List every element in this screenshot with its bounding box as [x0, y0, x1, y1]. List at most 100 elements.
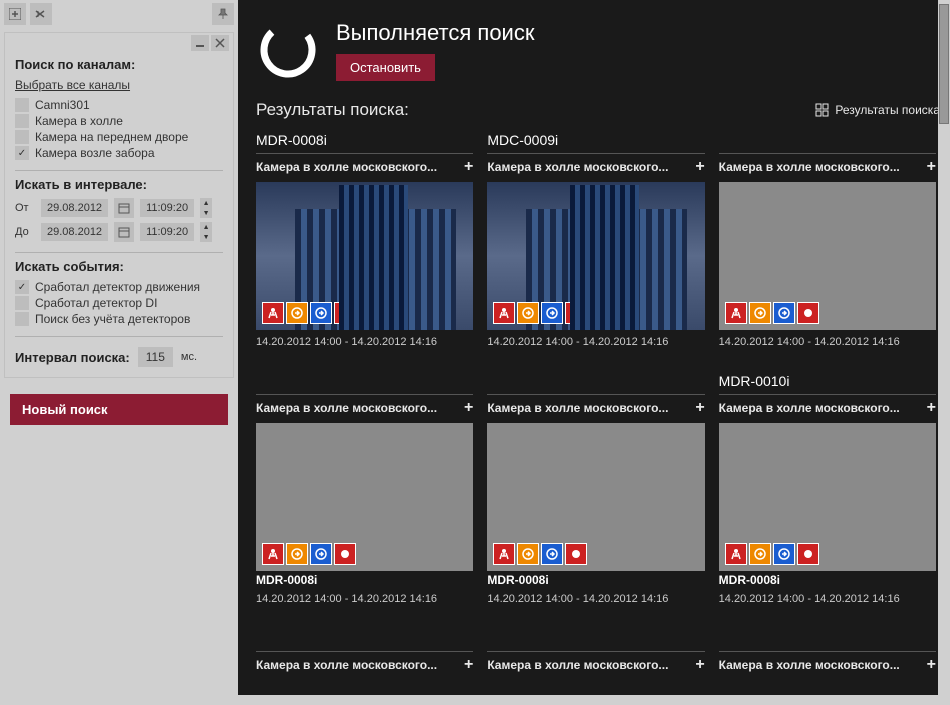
channel-row: ✓ Камера на переднем дворе — [15, 130, 223, 144]
result-sub-label: MDR-0008i — [719, 573, 936, 587]
calendar-to-button[interactable] — [114, 222, 134, 242]
result-title-row: Камера в холле московского... + — [487, 156, 704, 182]
time-to-down[interactable]: ▼ — [200, 232, 212, 242]
result-timestamp: 14.20.2012 14:00 - 14.20.2012 14:16 — [719, 336, 936, 348]
record-icon — [565, 302, 587, 324]
results-view-toggle[interactable]: Результаты поиска — [815, 103, 940, 117]
result-thumbnail[interactable] — [719, 423, 936, 571]
result-card-title: Камера в холле московского... — [487, 160, 668, 174]
result-card-title: Камера в холле московского... — [719, 658, 900, 672]
expand-button[interactable]: + — [464, 158, 473, 176]
event-label: Сработал детектор DI — [35, 296, 157, 310]
channel-checkbox[interactable]: ✓ — [15, 114, 29, 128]
badge-strip — [493, 302, 587, 324]
result-timestamp: 14.20.2012 14:00 - 14.20.2012 14:16 — [487, 336, 704, 348]
date-from-input[interactable]: 29.08.2012 — [41, 199, 108, 217]
result-thumbnail[interactable] — [487, 423, 704, 571]
time-from-input[interactable]: 11:09:20 — [140, 199, 194, 217]
sidebar: Поиск по каналам: Выбрать все каналы ✓Ca… — [0, 0, 238, 705]
channel-checkbox[interactable]: ✓ — [15, 98, 29, 112]
result-group-label — [256, 373, 473, 395]
exit-icon — [310, 302, 332, 324]
expand-button[interactable]: + — [695, 656, 704, 674]
result-title-row: Камера в холле московского...+ — [256, 654, 473, 680]
result-card-title: Камера в холле московского... — [487, 658, 668, 672]
result-cell: Камера в холле московского...+MDR-0008i1… — [487, 373, 704, 620]
minimize-button[interactable] — [191, 35, 209, 51]
time-to-up[interactable]: ▲ — [200, 222, 212, 232]
result-cell: Камера в холле московского... + — [487, 630, 704, 695]
new-search-button[interactable]: Новый поиск — [10, 394, 228, 425]
enter-icon — [517, 543, 539, 565]
expand-button[interactable]: + — [927, 656, 936, 674]
record-icon — [334, 543, 356, 565]
result-card-title: Камера в холле московского... — [719, 401, 900, 415]
result-thumbnail[interactable] — [719, 182, 936, 330]
badge-strip — [725, 543, 819, 565]
channel-row: ✓ Камера в холле — [15, 114, 223, 128]
result-cell: MDR-0008i Камера в холле московского... +1… — [256, 132, 473, 363]
result-title-row: Камера в холле московского... + — [487, 654, 704, 680]
close-button[interactable] — [211, 35, 229, 51]
result-cell: MDR-0010iКамера в холле московского...+M… — [719, 373, 936, 620]
enter-icon — [517, 302, 539, 324]
result-cell: Камера в холле московского... + — [719, 630, 936, 695]
result-title-row: Камера в холле московского... + — [719, 156, 936, 182]
to-label: До — [15, 226, 35, 238]
date-to-input[interactable]: 29.08.2012 — [41, 223, 108, 241]
exit-icon — [541, 302, 563, 324]
expand-button[interactable]: + — [695, 399, 704, 417]
time-from-up[interactable]: ▲ — [200, 198, 212, 208]
stop-button[interactable]: Остановить — [336, 54, 435, 81]
badge-strip — [262, 302, 356, 324]
expand-button[interactable]: + — [464, 399, 473, 417]
badge-strip — [725, 302, 819, 324]
result-card-title: Камера в холле московского... — [719, 160, 900, 174]
event-label: Поиск без учёта детекторов — [35, 312, 190, 326]
enter-icon — [286, 543, 308, 565]
result-cell: Камера в холле московского...+ — [256, 630, 473, 695]
result-thumbnail[interactable] — [256, 423, 473, 571]
result-group-label: MDR-0008i — [256, 132, 473, 154]
enter-icon — [286, 302, 308, 324]
exit-icon — [541, 543, 563, 565]
horizontal-scrollbar[interactable] — [0, 695, 938, 705]
scrollbar-thumb[interactable] — [939, 4, 949, 124]
record-icon — [334, 302, 356, 324]
grid-icon — [815, 103, 829, 117]
remove-panel-button[interactable] — [30, 3, 52, 25]
result-timestamp: 14.20.2012 14:00 - 14.20.2012 14:16 — [256, 336, 473, 348]
channel-checkbox[interactable]: ✓ — [15, 130, 29, 144]
from-label: От — [15, 202, 35, 214]
expand-button[interactable]: + — [695, 158, 704, 176]
enter-icon — [749, 302, 771, 324]
sidebar-toolbar — [0, 0, 238, 28]
expand-button[interactable]: + — [927, 399, 936, 417]
calendar-from-button[interactable] — [114, 198, 134, 218]
result-sub-label: MDR-0008i — [256, 573, 473, 587]
search-interval-input[interactable]: 115 — [138, 347, 173, 367]
pin-button[interactable] — [212, 3, 234, 25]
result-thumbnail[interactable] — [487, 182, 704, 330]
result-timestamp: 14.20.2012 14:00 - 14.20.2012 14:16 — [487, 593, 704, 605]
channel-checkbox[interactable]: ✓ — [15, 146, 29, 160]
search-panel: Поиск по каналам: Выбрать все каналы ✓Ca… — [4, 32, 234, 378]
result-thumbnail[interactable] — [256, 182, 473, 330]
add-panel-button[interactable] — [4, 3, 26, 25]
channels-title: Поиск по каналам: — [15, 57, 223, 72]
select-all-link[interactable]: Выбрать все каналы — [15, 78, 130, 92]
event-checkbox[interactable]: ✓ — [15, 296, 29, 310]
time-to-input[interactable]: 11:09:20 — [140, 223, 194, 241]
expand-button[interactable]: + — [927, 158, 936, 176]
channel-label: Камера на переднем дворе — [35, 130, 188, 144]
channel-label: Камера возле забора — [35, 146, 155, 160]
channel-label: Камера в холле — [35, 114, 123, 128]
time-from-down[interactable]: ▼ — [200, 208, 212, 218]
person-icon — [493, 543, 515, 565]
event-checkbox[interactable]: ✓ — [15, 312, 29, 326]
vertical-scrollbar[interactable] — [938, 0, 950, 695]
event-checkbox[interactable]: ✓ — [15, 280, 29, 294]
exit-icon — [773, 543, 795, 565]
result-card-title: Камера в холле московского... — [256, 160, 437, 174]
expand-button[interactable]: + — [464, 656, 473, 674]
